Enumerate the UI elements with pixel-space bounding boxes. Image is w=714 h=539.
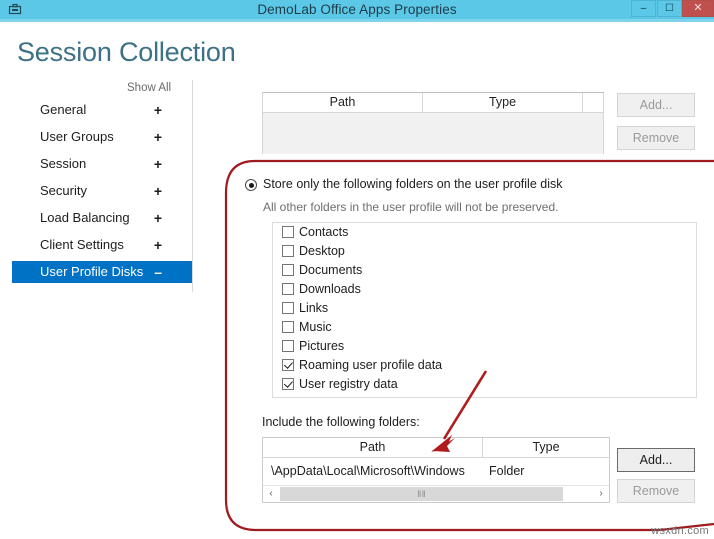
top-folder-grid-body [263,113,603,154]
expand-plus-icon[interactable]: + [154,99,162,121]
title-bar-underline [0,19,714,22]
list-item-label: Music [299,320,332,334]
include-remove-button[interactable]: Remove [617,479,695,503]
watermark: wsxdn.com [651,525,709,537]
expand-plus-icon[interactable]: + [154,126,162,148]
checkbox-icon[interactable] [282,321,294,333]
column-header-path[interactable]: Path [263,438,483,457]
include-folders-label: Include the following folders: [262,415,420,429]
store-only-folders-label: Store only the following folders on the … [263,177,563,191]
list-item[interactable]: Contacts [273,223,696,242]
checkbox-icon[interactable] [282,226,294,238]
window-title-bar: DemoLab Office Apps Properties – ☐ ✕ [0,0,714,19]
column-header-spacer [583,93,603,112]
list-item[interactable]: Music [273,318,696,337]
radio-selected-icon[interactable] [245,179,257,191]
cell-type: Folder [489,464,525,478]
list-item-label: User registry data [299,377,398,391]
cell-path: \AppData\Local\Microsoft\Windows [271,464,465,478]
sidebar-item-label: Load Balancing [40,210,130,225]
expand-plus-icon[interactable]: + [154,180,162,202]
sidebar-item-label: User Profile Disks [40,264,144,279]
top-folder-grid-header: Path Type [263,93,603,113]
minimize-button[interactable]: – [631,0,656,17]
list-item[interactable]: Documents [273,261,696,280]
list-item-label: Desktop [299,244,345,258]
include-add-button[interactable]: Add... [617,448,695,472]
expand-plus-icon[interactable]: + [154,153,162,175]
sidebar-item-user-groups[interactable]: User Groups + [12,126,192,148]
close-icon: ✕ [693,2,703,14]
sidebar-item-label: Session [40,156,87,171]
sidebar-item-client-settings[interactable]: Client Settings + [12,234,192,256]
store-only-folders-sublabel: All other folders in the user profile wi… [263,200,559,214]
minimize-icon: – [640,3,647,14]
collapse-minus-icon[interactable]: – [154,261,162,283]
checkbox-icon[interactable] [282,245,294,257]
sidebar-item-general[interactable]: General + [12,99,192,121]
folder-checkbox-list[interactable]: Contacts Desktop Documents Downloads Lin… [272,222,697,398]
list-item[interactable]: Links [273,299,696,318]
column-header-type[interactable]: Type [423,93,583,112]
include-folders-grid[interactable]: Path Type \AppData\Local\Microsoft\Windo… [262,437,610,503]
expand-plus-icon[interactable]: + [154,207,162,229]
list-item-label: Documents [299,263,363,277]
column-header-path[interactable]: Path [263,93,423,112]
checkbox-icon[interactable] [282,283,294,295]
list-item[interactable]: User registry data [273,375,696,394]
scroll-right-arrow-icon[interactable]: › [593,486,609,502]
sidebar-item-security[interactable]: Security + [12,180,192,202]
checkbox-checked-icon[interactable] [282,378,294,390]
list-item[interactable]: Downloads [273,280,696,299]
scrollbar-grip-icon: ‖‖ [417,489,426,499]
list-item[interactable]: Desktop [273,242,696,261]
table-row[interactable]: \AppData\Local\Microsoft\Windows Folder [263,459,609,483]
show-all-link[interactable]: Show All [127,82,171,94]
maximize-button[interactable]: ☐ [657,0,682,17]
list-item-label: Links [299,301,329,315]
horizontal-scrollbar[interactable]: ‹ ‖‖ › [263,485,609,502]
top-add-button[interactable]: Add... [617,93,695,117]
list-item-label: Contacts [299,225,349,239]
scroll-left-arrow-icon[interactable]: ‹ [263,486,279,502]
checkbox-icon[interactable] [282,264,294,276]
top-folder-grid[interactable]: Path Type [262,92,604,154]
sidebar-item-label: User Groups [40,129,114,144]
sidebar-item-user-profile-disks[interactable]: User Profile Disks – [12,261,192,283]
sidebar-item-label: Security [40,183,87,198]
list-item-label: Pictures [299,339,345,353]
list-item-label: Roaming user profile data [299,358,443,372]
checkbox-icon[interactable] [282,340,294,352]
sidebar-nav: General + User Groups + Session + Securi… [12,99,192,288]
scrollbar-thumb[interactable]: ‖‖ [280,487,563,501]
list-item[interactable]: Pictures [273,337,696,356]
sidebar-item-label: General [40,102,87,117]
column-header-type[interactable]: Type [483,438,609,457]
checkbox-icon[interactable] [282,302,294,314]
expand-plus-icon[interactable]: + [154,234,162,256]
page-title: Session Collection [17,37,236,67]
sidebar-item-label: Client Settings [40,237,124,252]
sidebar-divider [192,80,193,292]
sidebar-item-load-balancing[interactable]: Load Balancing + [12,207,192,229]
list-item[interactable]: Roaming user profile data [273,356,696,375]
maximize-icon: ☐ [665,3,674,14]
close-button[interactable]: ✕ [682,0,714,17]
list-item-label: Downloads [299,282,361,296]
checkbox-checked-icon[interactable] [282,359,294,371]
window-title: DemoLab Office Apps Properties [257,2,457,17]
include-folders-grid-header: Path Type [263,438,609,458]
top-remove-button[interactable]: Remove [617,126,695,150]
sidebar-item-session[interactable]: Session + [12,153,192,175]
